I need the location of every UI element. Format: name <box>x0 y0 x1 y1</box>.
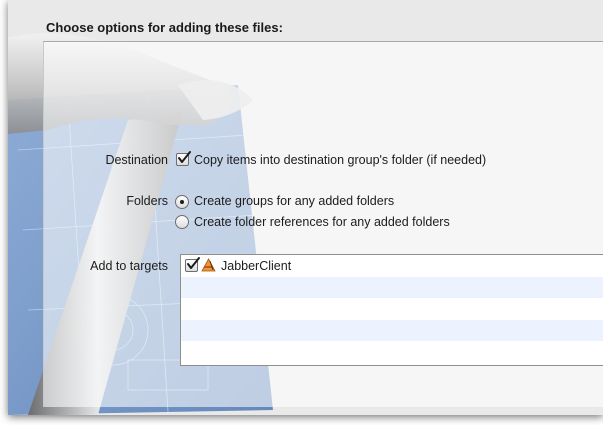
target-row[interactable]: JabberClient <box>181 255 603 277</box>
create-folder-references-label[interactable]: Create folder references for any added f… <box>194 215 450 229</box>
empty-row <box>181 319 603 341</box>
dialog-window: Choose options for adding these files: D… <box>8 0 603 415</box>
create-groups-radio[interactable] <box>175 195 189 209</box>
radio-selected-dot <box>180 200 184 204</box>
target-checkbox[interactable] <box>185 257 200 272</box>
checkmark-icon <box>187 257 200 269</box>
copy-items-label[interactable]: Copy items into destination group's fold… <box>194 153 486 167</box>
destination-label: Destination <box>105 153 168 167</box>
empty-row <box>181 341 603 363</box>
dialog-title: Choose options for adding these files: <box>46 20 283 35</box>
application-target-icon <box>201 258 216 272</box>
create-groups-label[interactable]: Create groups for any added folders <box>194 194 394 208</box>
folders-label: Folders <box>126 194 168 208</box>
target-name: JabberClient <box>221 259 292 273</box>
copy-items-checkbox[interactable] <box>176 151 191 166</box>
empty-row <box>181 276 603 298</box>
checkmark-icon <box>178 151 191 163</box>
targets-list[interactable]: JabberClient <box>180 254 603 366</box>
add-to-targets-label: Add to targets <box>90 259 168 273</box>
create-folder-references-radio[interactable] <box>175 215 189 229</box>
empty-row <box>181 298 603 320</box>
